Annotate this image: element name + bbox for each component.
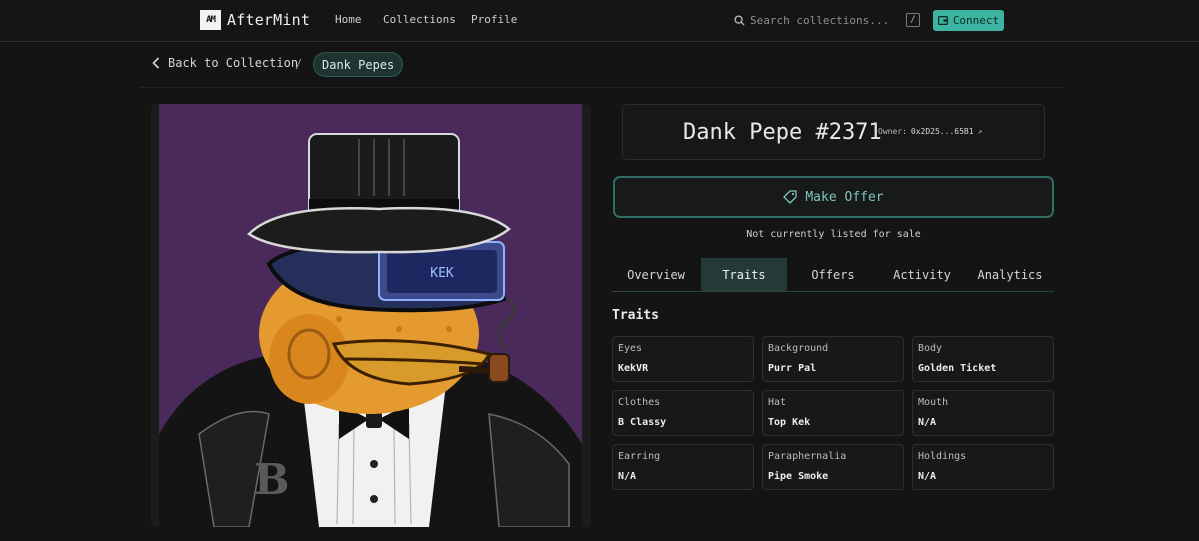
trait-card: Mouth N/A xyxy=(912,390,1054,436)
trait-value: N/A xyxy=(918,471,937,482)
detail-tabs: Overview Traits Offers Activity Analytic… xyxy=(612,258,1054,292)
trait-card: Hat Top Kek xyxy=(762,390,904,436)
trait-card: Earring N/A xyxy=(612,444,754,490)
back-label: Back to Collection xyxy=(168,56,299,70)
nft-artwork-image: B KEK xyxy=(159,104,582,527)
trait-value: B Classy xyxy=(618,417,667,428)
nft-title: Dank Pepe #2371 xyxy=(683,120,882,145)
back-to-collection-link[interactable]: Back to Collection xyxy=(152,56,298,70)
connect-wallet-button[interactable]: Connect xyxy=(933,10,1004,31)
top-nav: AM AfterMint Home Collections Profile / … xyxy=(0,0,1199,42)
trait-key: Earring xyxy=(618,451,661,462)
trait-card: Background Purr Pal xyxy=(762,336,904,382)
make-offer-button[interactable]: Make Offer xyxy=(613,176,1054,218)
nav-home-link[interactable]: Home xyxy=(335,13,362,26)
owner-address-link[interactable]: 0x2D25...65B1 xyxy=(911,127,974,136)
b-letter-decoration: B xyxy=(254,455,290,504)
nav-collections-link[interactable]: Collections xyxy=(383,13,456,26)
trait-value: KekVR xyxy=(618,363,649,374)
app-logo[interactable]: AM AfterMint xyxy=(200,10,310,30)
trait-card: Clothes B Classy xyxy=(612,390,754,436)
search-icon xyxy=(734,14,745,26)
nft-title-card: Dank Pepe #2371 Owner: 0x2D25...65B1 ↗ xyxy=(622,104,1045,160)
search-input[interactable] xyxy=(750,13,900,27)
trait-value: Top Kek xyxy=(768,417,811,428)
breadcrumb: Back to Collection / Dank Pepes xyxy=(140,42,1064,88)
visor-text: KEK xyxy=(430,266,454,281)
make-offer-label: Make Offer xyxy=(805,189,884,205)
owner-label: Owner: xyxy=(878,127,907,136)
chevron-left-icon xyxy=(152,57,160,69)
trait-key: Hat xyxy=(768,397,787,408)
wallet-icon xyxy=(937,16,948,25)
trait-key: Clothes xyxy=(618,397,661,408)
search-shortcut-key: / xyxy=(906,13,920,27)
tab-overview[interactable]: Overview xyxy=(612,258,700,291)
trait-key: Eyes xyxy=(618,343,643,354)
breadcrumb-current-collection[interactable]: Dank Pepes xyxy=(313,52,404,77)
breadcrumb-separator: / xyxy=(295,57,303,71)
trait-key: Holdings xyxy=(918,451,967,462)
sale-status-text: Not currently listed for sale xyxy=(746,229,921,240)
logo-mark-icon: AM xyxy=(200,10,221,30)
trait-card: Body Golden Ticket xyxy=(912,336,1054,382)
tab-analytics[interactable]: Analytics xyxy=(966,258,1054,291)
app-name: AfterMint xyxy=(227,11,311,29)
tab-traits[interactable]: Traits xyxy=(701,258,787,291)
nft-artwork-frame: B KEK xyxy=(151,104,591,527)
trait-key: Body xyxy=(918,343,943,354)
owner-info: Owner: 0x2D25...65B1 ↗ xyxy=(878,127,982,136)
trait-key: Paraphernalia xyxy=(768,451,847,462)
trait-key: Background xyxy=(768,343,829,354)
trait-value: N/A xyxy=(918,417,937,428)
nav-profile-link[interactable]: Profile xyxy=(471,13,517,26)
traits-heading: Traits xyxy=(612,308,659,323)
trait-card: Paraphernalia Pipe Smoke xyxy=(762,444,904,490)
tag-icon xyxy=(783,190,798,204)
tab-offers[interactable]: Offers xyxy=(789,258,877,291)
trait-key: Mouth xyxy=(918,397,949,408)
trait-card: Holdings N/A xyxy=(912,444,1054,490)
trait-card: Eyes KekVR xyxy=(612,336,754,382)
trait-value: Golden Ticket xyxy=(918,363,997,374)
tab-activity[interactable]: Activity xyxy=(878,258,966,291)
trait-value: N/A xyxy=(618,471,637,482)
external-link-icon[interactable]: ↗ xyxy=(978,127,983,136)
trait-value: Pipe Smoke xyxy=(768,471,829,482)
trait-value: Purr Pal xyxy=(768,363,817,374)
connect-label: Connect xyxy=(952,14,1000,27)
search-box: / xyxy=(734,11,920,29)
